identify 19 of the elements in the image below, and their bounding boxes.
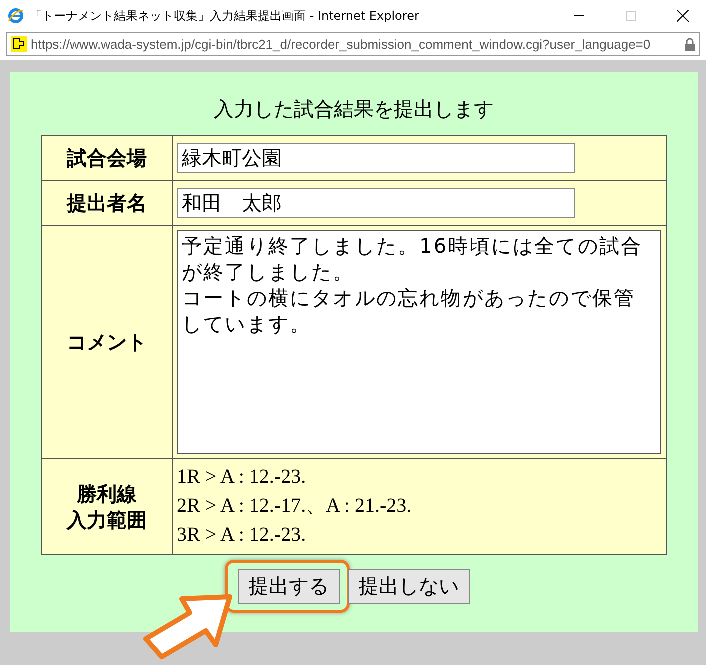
field-label: 提出者名: [67, 190, 147, 216]
comment-field[interactable]: 予定通り終了しました。16時頃には全ての試合が終了しました。 コートの横にタオルの忘れ物があったので保管しています。: [177, 230, 661, 454]
field-label: 試合会場: [67, 145, 147, 171]
field-label: コメント: [67, 329, 147, 355]
close-icon[interactable]: [677, 10, 689, 22]
range-text: 1R > A : 12.-23.: [177, 466, 306, 488]
range-text: 3R > A : 12.-23.: [177, 524, 306, 546]
text-field[interactable]: 緑木町公園: [177, 143, 575, 173]
lock-icon: [685, 38, 695, 50]
browser-logo-icon: [8, 8, 24, 24]
window-title: 「トーナメント結果ネット収集」入力結果提出画面 - Internet Explorer: [30, 8, 420, 24]
page-icon: [11, 36, 27, 52]
submit-button[interactable]: 提出する: [238, 569, 340, 604]
submit-button[interactable]: 提出しない: [348, 569, 470, 604]
range-text: 2R > A : 12.-17.、A : 21.-23.: [177, 495, 412, 517]
text-field[interactable]: 和田 太郎: [177, 188, 575, 218]
field-label: 入力範囲: [67, 506, 147, 532]
field-label: 勝利線: [77, 480, 137, 506]
form-heading: 入力した試合結果を提出します: [214, 96, 494, 123]
